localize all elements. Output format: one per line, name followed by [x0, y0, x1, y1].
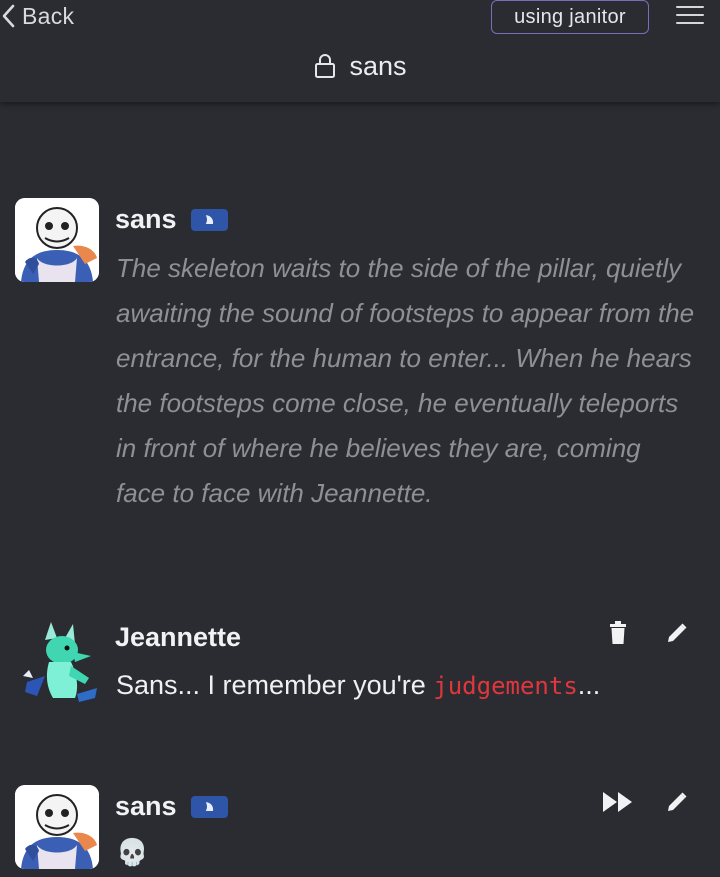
bot-badge-icon	[190, 795, 228, 818]
chat-header: Back using janitor sans	[0, 0, 720, 102]
fast-forward-icon	[603, 792, 632, 812]
back-button[interactable]: Back	[0, 0, 74, 32]
message-text: The skeleton waits to the side of the pi…	[116, 253, 695, 508]
menu-icon[interactable]	[674, 3, 706, 27]
avatar[interactable]	[15, 198, 99, 282]
skull-emoji: 💀	[116, 837, 149, 867]
edit-icon	[668, 623, 687, 642]
continue-button[interactable]	[600, 787, 636, 817]
trash-icon	[610, 621, 626, 644]
delete-button[interactable]	[603, 618, 633, 648]
edit-icon	[668, 792, 687, 811]
avatar[interactable]	[15, 618, 99, 702]
author-name: sans	[115, 791, 228, 822]
back-label: Back	[22, 2, 75, 29]
lock-icon	[315, 54, 336, 78]
author-name: sans	[115, 204, 228, 235]
edit-button[interactable]	[662, 618, 692, 648]
author-name: Jeannette	[115, 622, 242, 652]
avatar[interactable]	[15, 785, 99, 869]
inline-code: judgements	[433, 672, 578, 700]
edit-button[interactable]	[662, 787, 692, 817]
back-chevron-icon	[2, 4, 15, 28]
chat-title-text: sans	[349, 50, 407, 81]
mode-badge[interactable]: using janitor	[491, 0, 649, 34]
message-text: Sans... I remember you're judgements...	[116, 670, 601, 700]
chat-title: sans	[0, 46, 720, 86]
bot-badge-icon	[190, 208, 228, 231]
